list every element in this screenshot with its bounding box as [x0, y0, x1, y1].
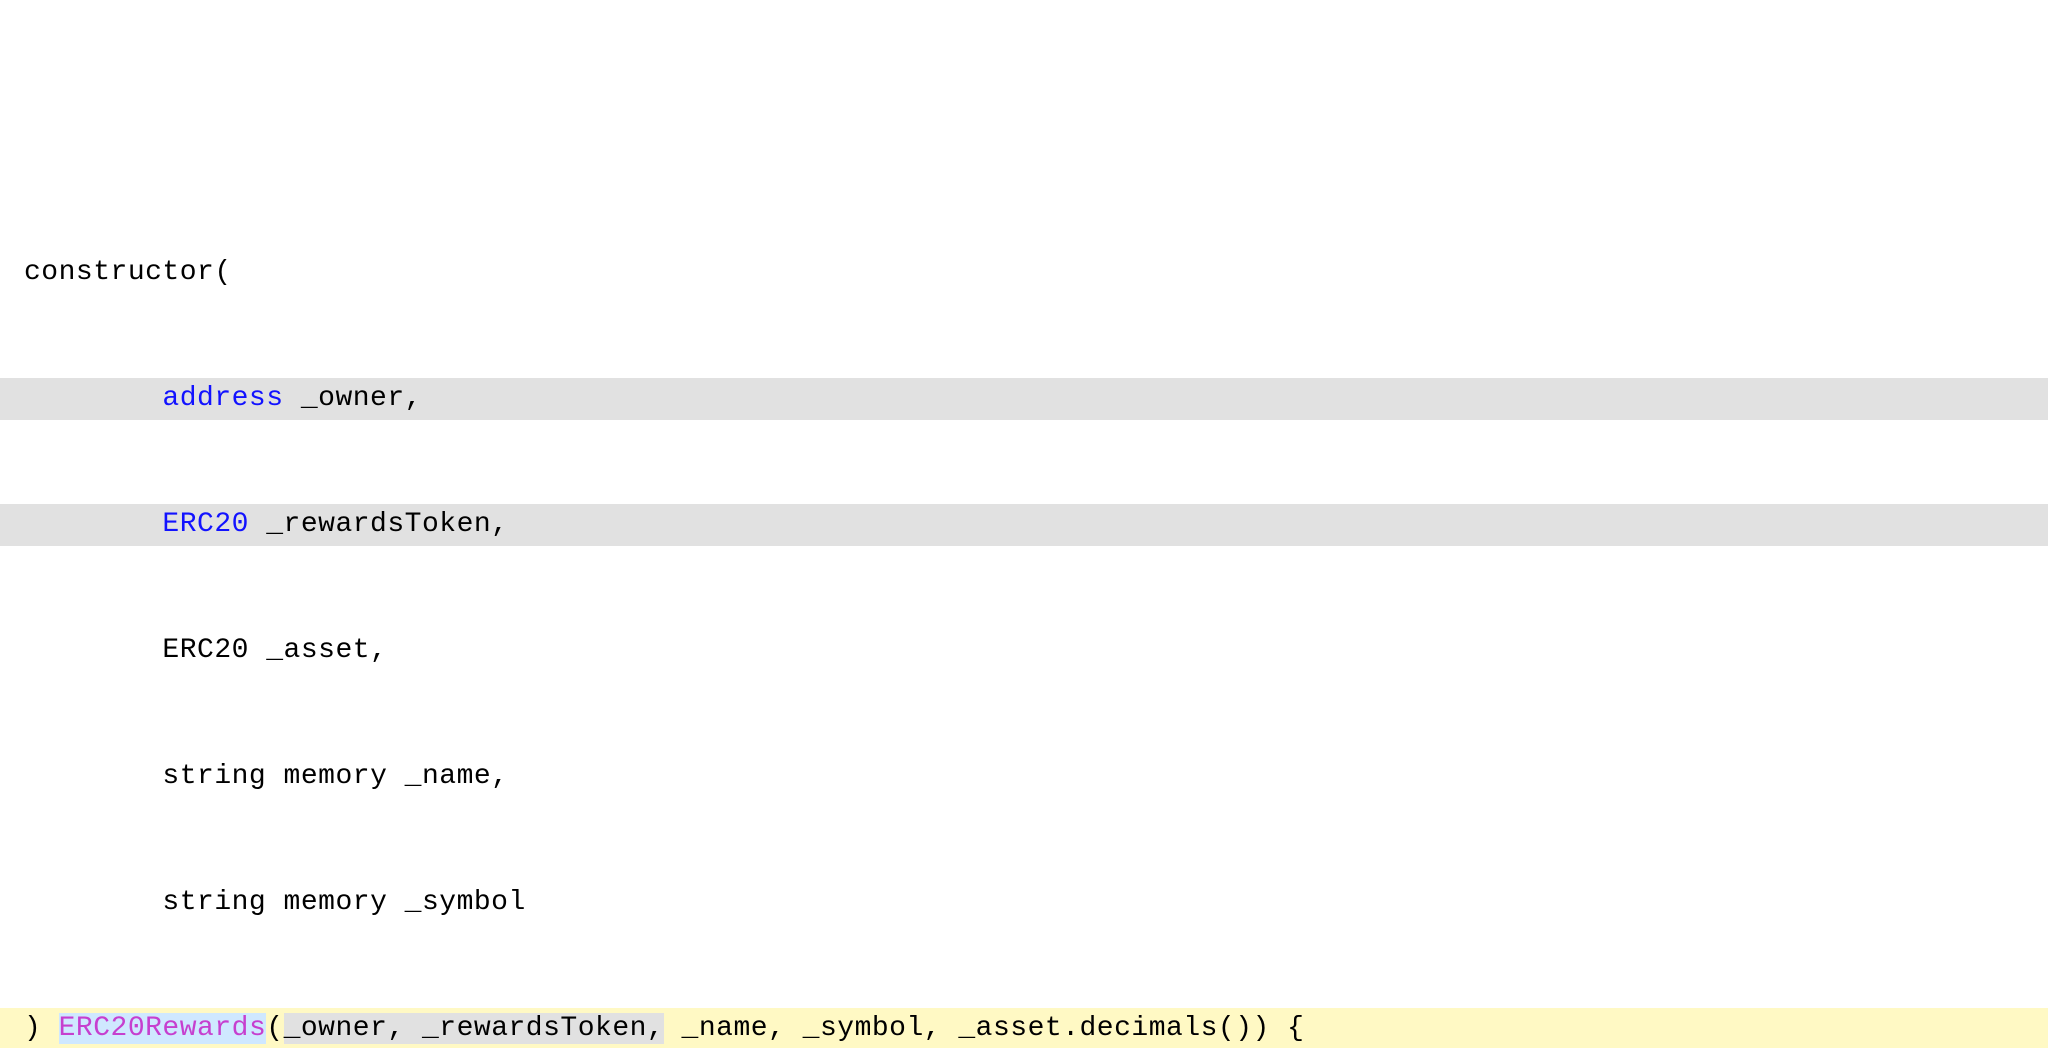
- code-line-7: ) ERC20Rewards(_owner, _rewardsToken, _n…: [0, 1008, 2048, 1048]
- type-keyword: ERC20: [162, 509, 249, 540]
- type-keyword: string: [162, 761, 266, 792]
- code-line-1: constructor(: [0, 252, 2048, 294]
- args-changed: _owner, _rewardsToken,: [284, 1013, 665, 1044]
- indent: [24, 761, 162, 792]
- code-line-6: string memory _symbol: [0, 882, 2048, 924]
- call-name: ERC20Rewards: [59, 1013, 267, 1044]
- code-line-2: address _owner,: [0, 378, 2048, 420]
- close-paren: ): [24, 1013, 59, 1044]
- type-keyword: string: [162, 887, 266, 918]
- indent: [24, 383, 162, 414]
- code-block: constructor( address _owner, ERC20 _rewa…: [0, 168, 2048, 1048]
- param-name: _asset,: [249, 635, 387, 666]
- param-name: memory _name,: [266, 761, 508, 792]
- param-name: _owner,: [284, 383, 422, 414]
- code-line-5: string memory _name,: [0, 756, 2048, 798]
- type-keyword: address: [162, 383, 283, 414]
- param-name: memory _symbol: [266, 887, 526, 918]
- args-rest: _name, _symbol, _asset.decimals()) {: [664, 1013, 1304, 1044]
- args-open: (: [266, 1013, 283, 1044]
- indent: [24, 887, 162, 918]
- indent: [24, 635, 162, 666]
- type-keyword: ERC20: [162, 635, 249, 666]
- code-line-3: ERC20 _rewardsToken,: [0, 504, 2048, 546]
- param-name: _rewardsToken,: [249, 509, 509, 540]
- code-line-4: ERC20 _asset,: [0, 630, 2048, 672]
- indent: [24, 509, 162, 540]
- code-token: constructor(: [24, 257, 232, 288]
